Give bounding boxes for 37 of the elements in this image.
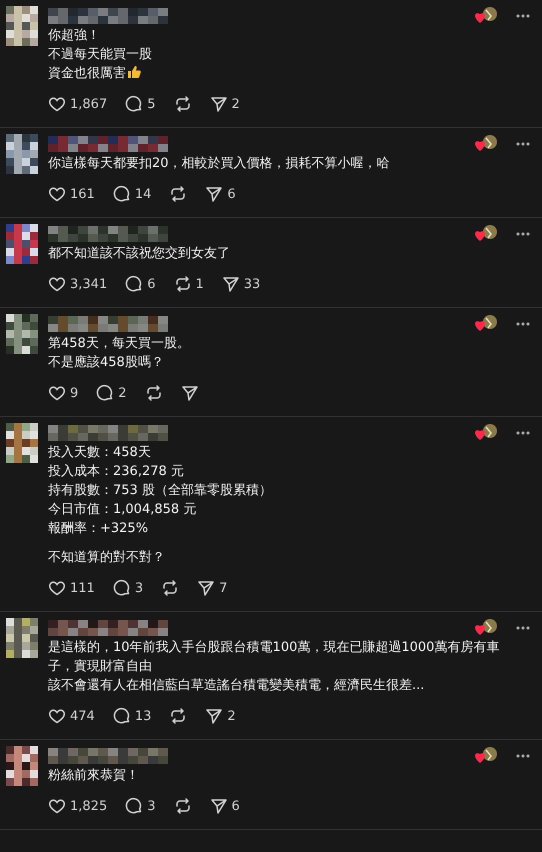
comment-text: 不知道算的對不對？ bbox=[48, 549, 166, 567]
comment-text: 投入成本：236,278 元 bbox=[48, 463, 185, 481]
comment-text: 持有股數：753 股（全部靠零股累積） bbox=[48, 482, 273, 500]
comment-text: 是這樣的，10年前我入手台股跟台積電100萬，現在已賺超過1000萬有房有車子，實現財富自由 bbox=[48, 639, 500, 676]
share-button[interactable]: 6 bbox=[205, 185, 236, 203]
like-button[interactable]: 1,825 bbox=[48, 797, 108, 815]
reply-button[interactable]: 5 bbox=[125, 95, 156, 113]
comment-text: 第458天，每天買一股。 bbox=[48, 335, 191, 353]
reply-button[interactable]: 2 bbox=[96, 384, 127, 402]
like-button[interactable]: 474 bbox=[48, 707, 95, 725]
share-button[interactable]: 7 bbox=[197, 579, 228, 597]
like-button[interactable]: 9 bbox=[48, 384, 78, 402]
comment-text: 你超強！ bbox=[48, 27, 101, 45]
comment-text: 你這樣每天都要扣20，相較於買入價格，損耗不算小喔，哈 bbox=[48, 155, 391, 173]
share-button[interactable]: 33 bbox=[222, 275, 260, 293]
comment-text: 該不會還有人在相信藍白草造謠台積電變美積電，經濟民生很差... bbox=[48, 677, 426, 695]
comment-text: 不過每天能買一股 bbox=[48, 46, 153, 64]
reply-button[interactable]: 13 bbox=[112, 707, 152, 725]
comment-text: 今日市值：1,004,858 元 bbox=[48, 501, 198, 519]
like-button[interactable]: 3,341 bbox=[48, 275, 108, 293]
like-button[interactable]: 1,867 bbox=[48, 95, 108, 113]
comment-text: 投入天數：458天 bbox=[48, 444, 152, 462]
reply-button[interactable]: 14 bbox=[112, 185, 152, 203]
like-button[interactable]: 161 bbox=[48, 185, 95, 203]
comment-text: 不是應該458股嗎？ bbox=[48, 354, 165, 372]
comment-text: 資金也很厲害 bbox=[48, 64, 534, 83]
share-button[interactable]: 6 bbox=[210, 797, 240, 815]
share-button[interactable]: 2 bbox=[205, 707, 236, 725]
repost-button[interactable]: 1 bbox=[174, 275, 204, 293]
comment-text: 都不知道該不該祝您交到女友了 bbox=[48, 245, 231, 263]
reply-button[interactable]: 3 bbox=[125, 797, 156, 815]
reply-button[interactable]: 6 bbox=[125, 275, 156, 293]
comment-text: 粉絲前來恭賀！ bbox=[48, 767, 140, 785]
share-button[interactable]: 2 bbox=[210, 95, 240, 113]
reply-button[interactable]: 3 bbox=[112, 579, 144, 597]
like-button[interactable]: 111 bbox=[48, 579, 95, 597]
comment-text: 報酬率：+325% bbox=[48, 520, 150, 538]
